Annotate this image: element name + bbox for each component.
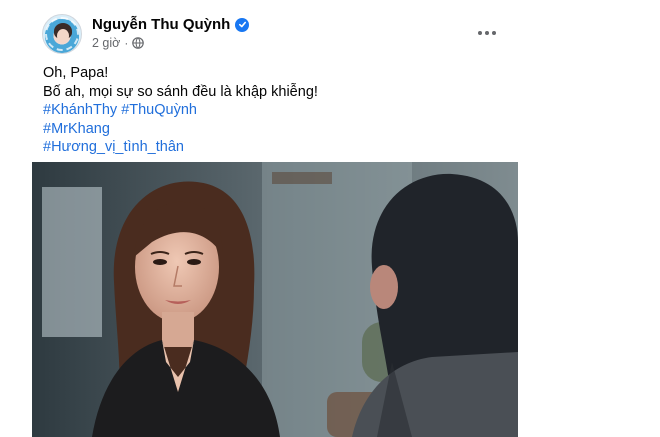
post-text-line: Bố ah, mọi sự so sánh đều là khập khiễng…	[43, 83, 318, 100]
post-meta: 2 giờ ·	[92, 36, 145, 50]
more-options-icon[interactable]	[471, 20, 503, 46]
avatar-rim	[45, 17, 79, 51]
hashtag-link[interactable]: #MrKhang	[43, 120, 318, 139]
post-text-line: Oh, Papa!	[43, 65, 109, 81]
post-text: Oh, Papa! Bố ah, mọi sự so sánh đều là k…	[43, 64, 318, 157]
facebook-post: Nguyễn Thu Quỳnh 2 giờ · Oh, Papa! Bố ah…	[0, 0, 660, 437]
meta-separator: ·	[124, 36, 129, 50]
author-avatar[interactable]	[42, 14, 82, 54]
hashtag-link[interactable]: #Hương_vị_tình_thân	[43, 138, 318, 157]
author-name-row: Nguyễn Thu Quỳnh	[92, 16, 250, 33]
post-photo[interactable]	[32, 162, 518, 437]
verified-badge-icon	[235, 17, 250, 32]
author-name[interactable]: Nguyễn Thu Quỳnh	[92, 16, 230, 33]
globe-icon[interactable]	[132, 37, 145, 49]
post-timestamp[interactable]: 2 giờ	[92, 36, 120, 50]
hashtag-link[interactable]: #KhánhThy #ThuQuỳnh	[43, 101, 318, 120]
